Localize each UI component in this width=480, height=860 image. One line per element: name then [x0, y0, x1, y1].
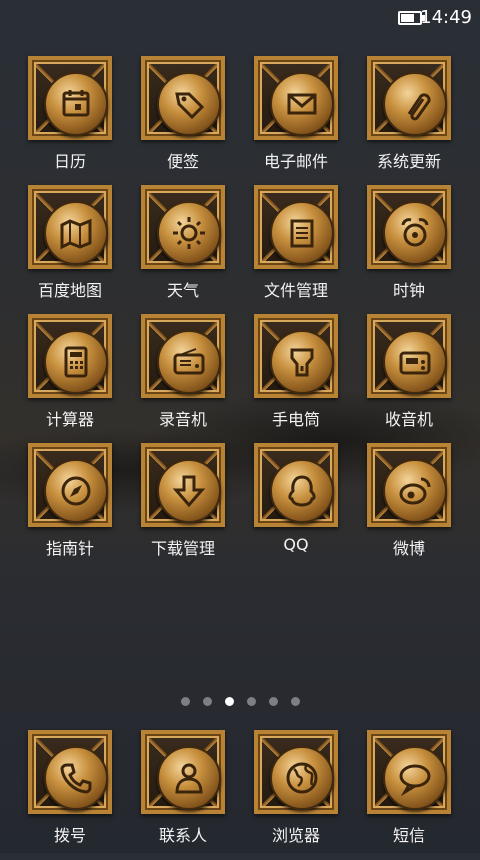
paperclip-icon: [383, 72, 447, 136]
app-label: 指南针: [45, 539, 94, 558]
icon-frame: [367, 185, 451, 269]
app-label: 计算器: [45, 410, 94, 429]
app-icon-mail[interactable]: 电子邮件: [241, 56, 351, 186]
icon-frame: [254, 443, 338, 527]
flashlight-icon: [270, 330, 334, 394]
app-label: 系统更新: [376, 152, 441, 171]
page-indicator: [0, 697, 480, 709]
icon-frame: [28, 443, 112, 527]
battery-icon: [398, 11, 425, 25]
app-icon-map[interactable]: 百度地图: [15, 185, 125, 315]
icon-frame: [367, 56, 451, 140]
icon-frame: [254, 730, 338, 814]
icon-frame: [254, 56, 338, 140]
radio-recorder-icon: [157, 330, 221, 394]
weibo-icon: [383, 459, 447, 523]
icon-frame: [254, 314, 338, 398]
app-label: 短信: [392, 826, 425, 845]
app-label: 收音机: [384, 410, 433, 429]
app-icon-paperclip[interactable]: 系统更新: [354, 56, 464, 186]
page-dot[interactable]: [291, 697, 300, 706]
app-icon-calculator[interactable]: 计算器: [15, 314, 125, 444]
app-icon-download-arrow[interactable]: 下载管理: [128, 443, 238, 573]
compass-icon: [44, 459, 108, 523]
app-icon-radio[interactable]: 收音机: [354, 314, 464, 444]
app-label: 录音机: [158, 410, 207, 429]
app-icon-alarm-clock[interactable]: 时钟: [354, 185, 464, 315]
icon-frame: [141, 314, 225, 398]
tag-icon: [157, 72, 221, 136]
map-icon: [44, 201, 108, 265]
download-arrow-icon: [157, 459, 221, 523]
dock-item-chat-bubble[interactable]: 短信: [354, 730, 464, 860]
status-bar: 14:49: [0, 0, 480, 34]
page-dot[interactable]: [247, 697, 256, 706]
icon-frame: [254, 185, 338, 269]
page-dot[interactable]: [203, 697, 212, 706]
icon-frame: [367, 314, 451, 398]
icon-frame: [141, 185, 225, 269]
icon-frame: [28, 185, 112, 269]
calculator-icon: [44, 330, 108, 394]
dock-item-phone-handset[interactable]: 拨号: [15, 730, 125, 860]
page-dot[interactable]: [181, 697, 190, 706]
app-label: QQ: [283, 535, 309, 554]
notepad-icon: [270, 201, 334, 265]
qq-penguin-icon: [270, 459, 334, 523]
app-label: 手电筒: [271, 410, 320, 429]
dock-item-contact-person[interactable]: 联系人: [128, 730, 238, 860]
icon-frame: [28, 314, 112, 398]
calendar-icon: [44, 72, 108, 136]
chat-bubble-icon: [383, 746, 447, 810]
app-icon-calendar[interactable]: 日历: [15, 56, 125, 186]
app-label: 拨号: [53, 826, 86, 845]
icon-frame: [141, 56, 225, 140]
app-icon-notepad[interactable]: 文件管理: [241, 185, 351, 315]
sun-icon: [157, 201, 221, 265]
mail-icon: [270, 72, 334, 136]
icon-frame: [141, 443, 225, 527]
app-label: 时钟: [392, 281, 425, 300]
app-label: 电子邮件: [263, 152, 328, 171]
radio-icon: [383, 330, 447, 394]
app-icon-radio-recorder[interactable]: 录音机: [128, 314, 238, 444]
icon-frame: [367, 443, 451, 527]
dock-item-globe[interactable]: 浏览器: [241, 730, 351, 860]
icon-frame: [28, 730, 112, 814]
alarm-clock-icon: [383, 201, 447, 265]
app-label: 文件管理: [263, 281, 328, 300]
app-icon-flashlight[interactable]: 手电筒: [241, 314, 351, 444]
contact-person-icon: [157, 746, 221, 810]
app-label: 百度地图: [37, 281, 102, 300]
app-icon-weibo[interactable]: 微博: [354, 443, 464, 573]
icon-frame: [28, 56, 112, 140]
page-dot[interactable]: [269, 697, 278, 706]
app-label: 浏览器: [271, 826, 320, 845]
app-label: 便签: [166, 152, 199, 171]
app-label: 下载管理: [150, 539, 215, 558]
phone-handset-icon: [44, 746, 108, 810]
app-icon-qq-penguin[interactable]: QQ: [241, 443, 351, 573]
status-time: 14:49: [420, 7, 472, 28]
icon-frame: [141, 730, 225, 814]
page-dot-active[interactable]: [225, 697, 234, 706]
app-label: 微博: [392, 539, 425, 558]
icon-frame: [367, 730, 451, 814]
app-label: 天气: [166, 281, 199, 300]
app-label: 日历: [53, 152, 86, 171]
app-icon-sun[interactable]: 天气: [128, 185, 238, 315]
app-label: 联系人: [158, 826, 207, 845]
app-icon-tag[interactable]: 便签: [128, 56, 238, 186]
globe-icon: [270, 746, 334, 810]
app-icon-compass[interactable]: 指南针: [15, 443, 125, 573]
